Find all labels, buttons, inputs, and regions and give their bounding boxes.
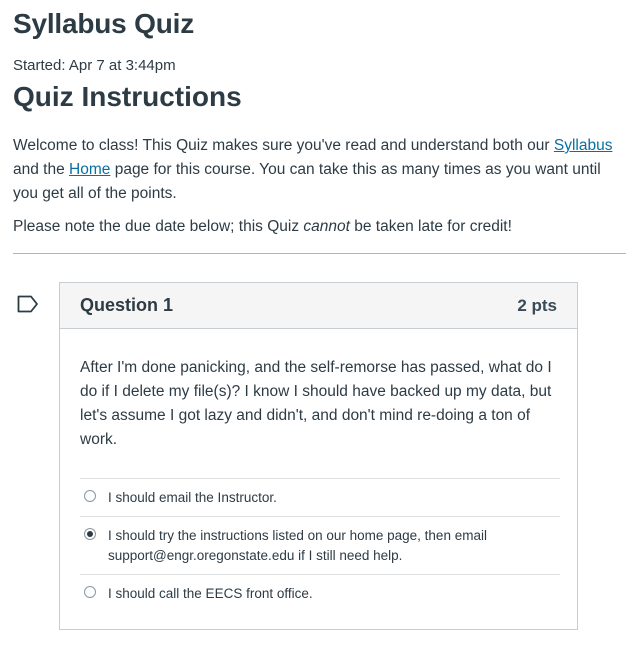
answer-option[interactable]: I should call the EECS front office.	[80, 574, 560, 612]
started-timestamp: Started: Apr 7 at 3:44pm	[13, 57, 176, 74]
intro-text-2: and the	[13, 161, 70, 178]
question-text: After I'm done panicking, and the self-r…	[80, 359, 552, 448]
radio-button[interactable]	[84, 490, 96, 502]
answer-label[interactable]: I should try the instructions listed on …	[108, 526, 560, 566]
due-date-note: Please note the due date below; this Qui…	[13, 218, 512, 236]
radio-button-selected[interactable]	[84, 528, 96, 540]
question-header: Question 1 2 pts	[60, 283, 577, 329]
question-points: 2 pts	[517, 295, 557, 315]
syllabus-link[interactable]: Syllabus	[554, 137, 613, 154]
note-text-2: be taken late for credit!	[349, 218, 512, 235]
answer-option[interactable]: I should try the instructions listed on …	[80, 516, 560, 574]
question-card: Question 1 2 pts After I'm done panickin…	[59, 282, 578, 630]
note-emphasis: cannot	[303, 218, 350, 235]
section-divider	[13, 253, 626, 254]
intro-text-1: Welcome to class! This Quiz makes sure y…	[13, 137, 554, 154]
instructions-heading: Quiz Instructions	[13, 81, 242, 112]
intro-paragraph: Welcome to class! This Quiz makes sure y…	[13, 134, 623, 206]
answer-label[interactable]: I should call the EECS front office.	[108, 584, 313, 604]
answer-label[interactable]: I should email the Instructor.	[108, 488, 277, 508]
question-name: Question 1	[80, 295, 174, 315]
note-text-1: Please note the due date below; this Qui…	[13, 218, 304, 235]
flag-outline-icon[interactable]	[17, 295, 39, 313]
home-link[interactable]: Home	[69, 161, 110, 178]
answer-option[interactable]: I should email the Instructor.	[80, 478, 560, 516]
radio-button[interactable]	[84, 586, 96, 598]
answer-list: I should email the Instructor. I should …	[80, 478, 560, 612]
page-title: Syllabus Quiz	[13, 8, 194, 39]
